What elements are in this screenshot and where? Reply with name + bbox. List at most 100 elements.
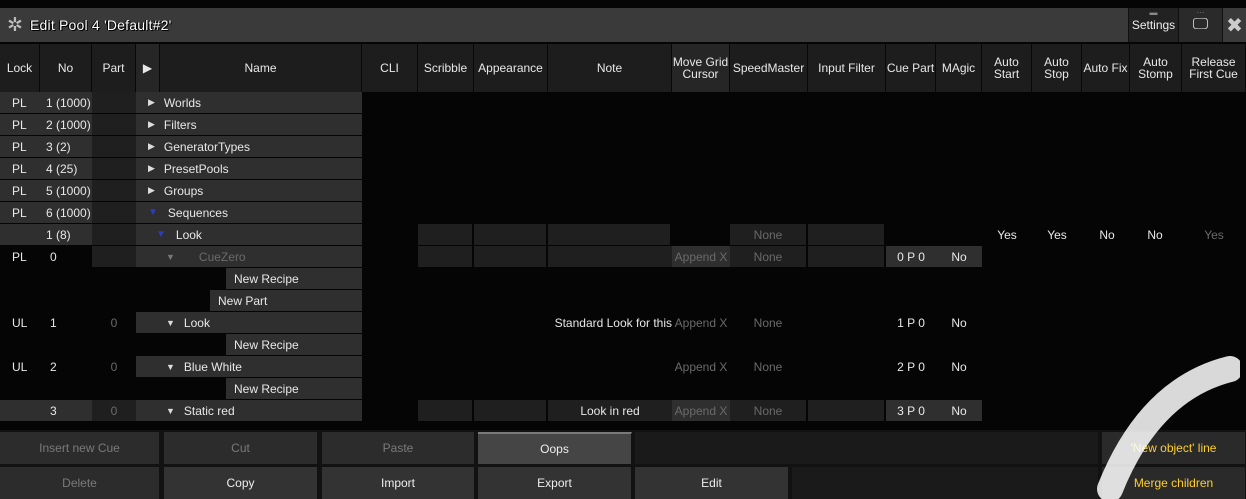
part-cell[interactable] [92, 180, 136, 201]
name-cell[interactable]: ▶ Filters [136, 114, 362, 135]
lock-cell[interactable]: PL [0, 180, 40, 201]
note-cell[interactable] [548, 246, 672, 267]
table-row[interactable]: PL 5 (1000) ▶ Groups [0, 180, 1246, 202]
no-cell[interactable]: 1 [40, 312, 92, 333]
part-cell[interactable]: 0 [92, 312, 136, 333]
column-header[interactable]: Cue Part [886, 44, 936, 92]
expand-arrow-icon[interactable]: ▼ [148, 207, 158, 218]
lock-cell[interactable]: UL [0, 312, 40, 333]
expand-arrow-icon[interactable]: ▶ [148, 185, 155, 196]
cut-button[interactable]: Cut [164, 432, 318, 464]
paste-button[interactable]: Paste [322, 432, 475, 464]
name-cell[interactable]: ▶ Groups [136, 180, 362, 201]
magic-cell[interactable]: No [936, 356, 982, 377]
no-cell[interactable]: 1 (1000) [40, 92, 92, 113]
column-header[interactable]: Input Filter [808, 44, 886, 92]
lock-cell[interactable]: UL [0, 356, 40, 377]
expand-arrow-icon[interactable]: ▶ [148, 141, 155, 152]
part-cell[interactable]: 0 [92, 400, 136, 421]
note-cell[interactable]: Standard Look for this [548, 312, 672, 333]
expand-arrow-icon[interactable]: ▼ [166, 362, 175, 372]
autofix-cell[interactable]: No [1082, 224, 1132, 245]
delete-button[interactable]: Delete [0, 467, 160, 499]
expand-arrow-icon[interactable]: ▼ [166, 406, 175, 416]
appearance-cell[interactable] [474, 400, 546, 421]
move-grid-cursor-cell[interactable]: Append X [672, 312, 730, 333]
column-header[interactable]: Lock [0, 44, 40, 92]
name-cell[interactable]: ▼ Blue White [136, 356, 362, 377]
cue-part-cell[interactable]: 2 P 0 [886, 356, 936, 377]
part-cell[interactable] [92, 224, 136, 245]
table-row[interactable]: 1 (8) ▼ Look None Yes Yes No No Yes [0, 224, 1246, 246]
no-cell[interactable]: 6 (1000) [40, 202, 92, 223]
move-grid-cursor-cell[interactable]: Append X [672, 400, 730, 421]
column-header[interactable]: SpeedMaster [730, 44, 808, 92]
oops-button[interactable]: Oops [478, 432, 632, 464]
autostomp-cell[interactable]: No [1130, 224, 1180, 245]
autostart-cell[interactable]: Yes [982, 224, 1032, 245]
no-cell[interactable]: 4 (25) [40, 158, 92, 179]
copy-button[interactable]: Copy [164, 467, 318, 499]
column-header[interactable]: No [40, 44, 92, 92]
table-row[interactable]: PL 3 (2) ▶ GeneratorTypes [0, 136, 1246, 158]
magic-cell[interactable]: No [936, 246, 982, 267]
name-cell[interactable]: ▶ PresetPools [136, 158, 362, 179]
column-header[interactable]: CLI [362, 44, 418, 92]
settings-button[interactable]: ▬ Settings [1128, 8, 1178, 42]
note-cell[interactable] [548, 224, 670, 245]
column-header[interactable]: Auto Stop [1032, 44, 1082, 92]
appearance-cell[interactable] [474, 224, 546, 245]
lock-cell[interactable] [0, 400, 40, 421]
import-button[interactable]: Import [322, 467, 475, 499]
part-cell[interactable]: 0 [92, 356, 136, 377]
input-filter-cell[interactable] [808, 224, 884, 245]
table-row[interactable]: PL 1 (1000) ▶ Worlds [0, 92, 1246, 114]
merge-children-button[interactable]: Merge children [1102, 467, 1246, 499]
column-header[interactable]: Auto Fix [1082, 44, 1130, 92]
part-cell[interactable] [92, 114, 136, 135]
no-cell[interactable]: 2 [40, 356, 92, 377]
expand-arrow-icon[interactable]: ▶ [148, 163, 155, 174]
part-cell[interactable] [92, 158, 136, 179]
column-header[interactable]: Auto Stomp [1130, 44, 1182, 92]
export-button[interactable]: Export [478, 467, 632, 499]
table-row[interactable]: New Recipe [0, 334, 1246, 356]
lock-cell[interactable] [0, 224, 40, 245]
no-cell[interactable]: 3 (2) [40, 136, 92, 157]
expand-arrow-icon[interactable]: ▶ [148, 119, 155, 130]
edit-button[interactable]: Edit [635, 467, 789, 499]
cue-part-cell[interactable]: 1 P 0 [886, 312, 936, 333]
scribble-cell[interactable] [418, 246, 472, 267]
table-row[interactable]: 3 0 ▼ Static red Look in red Append X None 3 P … [0, 400, 1246, 422]
input-filter-cell[interactable] [808, 246, 884, 267]
display-button[interactable]: ··· 🖵 [1178, 8, 1222, 42]
speedmaster-cell[interactable]: None [730, 356, 806, 377]
column-header[interactable]: Auto Start [982, 44, 1032, 92]
speedmaster-cell[interactable]: None [730, 246, 806, 267]
magic-cell[interactable]: No [936, 312, 982, 333]
table-row[interactable]: New Recipe [0, 378, 1246, 400]
no-cell[interactable]: 1 (8) [40, 224, 92, 245]
note-cell[interactable] [548, 356, 672, 377]
column-header[interactable]: MAgic [936, 44, 982, 92]
move-grid-cursor-cell[interactable]: Append X [672, 356, 730, 377]
column-header[interactable]: Appearance [474, 44, 548, 92]
move-grid-cursor-cell[interactable]: Append X [672, 246, 730, 267]
column-header[interactable]: Scribble [418, 44, 474, 92]
lock-cell[interactable]: PL [0, 92, 40, 113]
lock-cell[interactable]: PL [0, 114, 40, 135]
scribble-cell[interactable] [418, 400, 472, 421]
table-row[interactable]: PL 2 (1000) ▶ Filters [0, 114, 1246, 136]
expand-arrow-icon[interactable]: ▼ [166, 318, 175, 328]
autostop-cell[interactable]: Yes [1032, 224, 1082, 245]
speedmaster-cell[interactable]: None [730, 224, 806, 245]
name-cell[interactable]: ▶ GeneratorTypes [136, 136, 362, 157]
lock-cell[interactable]: PL [0, 202, 40, 223]
insert-new-cue-button[interactable]: Insert new Cue [0, 432, 160, 464]
name-cell[interactable]: ▶ Worlds [136, 92, 362, 113]
column-header[interactable]: Note [548, 44, 672, 92]
speedmaster-cell[interactable]: None [730, 400, 806, 421]
lock-cell[interactable]: PL [0, 136, 40, 157]
table-row[interactable]: New Recipe [0, 268, 1246, 290]
name-cell[interactable]: ▼ Look [136, 224, 362, 245]
